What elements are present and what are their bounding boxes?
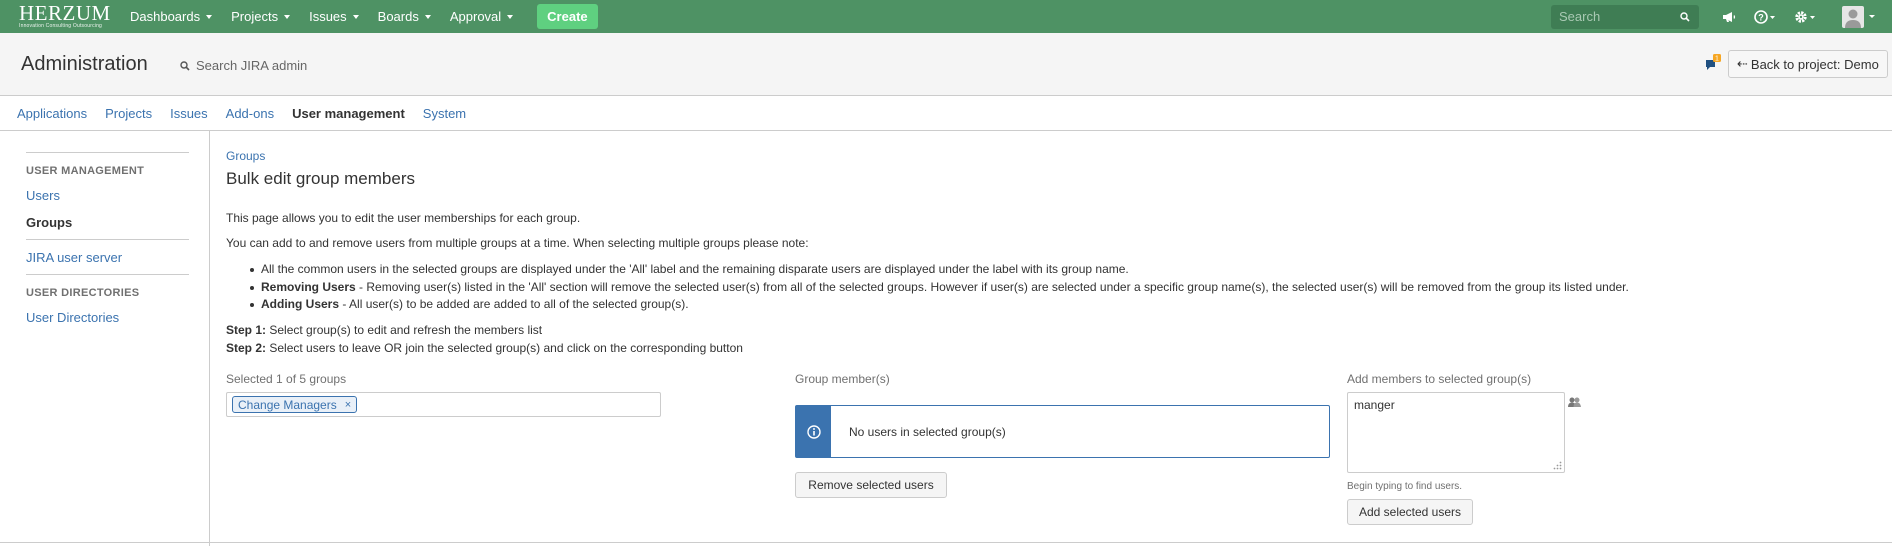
info-icon <box>806 424 821 439</box>
remove-selected-users-button[interactable]: Remove selected users <box>795 472 947 498</box>
quick-search <box>1551 4 1699 29</box>
selected-group-chip-label: Change Managers <box>238 397 337 412</box>
add-members-textarea[interactable]: manger <box>1347 392 1565 473</box>
search-icon <box>1680 11 1690 22</box>
feedback-megaphone-icon[interactable] <box>1722 11 1736 23</box>
add-members-value: manger <box>1354 398 1395 412</box>
admin-search[interactable]: Search JIRA admin <box>180 58 307 73</box>
nav-projects-label: Projects <box>231 9 279 24</box>
tab-system[interactable]: System <box>423 106 466 121</box>
user-picker-icon[interactable] <box>1567 396 1582 411</box>
notification-icon[interactable]: 1 <box>1705 53 1723 76</box>
sidebar-divider <box>26 274 189 275</box>
step-1-title: Step 1: <box>226 323 267 337</box>
group-picker-input[interactable]: Change Managers × <box>226 392 661 417</box>
herzum-logo[interactable]: HERZUM Innovation Consulting Outsourcing <box>19 0 111 30</box>
info-bar <box>796 406 831 457</box>
footer-divider <box>0 542 1892 543</box>
nav-boards-label: Boards <box>377 9 419 24</box>
note-text: You can add to and remove users from mul… <box>226 236 809 250</box>
caret-down-icon <box>507 14 514 19</box>
sidebar-item-groups[interactable]: Groups <box>26 215 72 230</box>
nav-approval[interactable]: Approval <box>449 9 514 24</box>
bullet-adding-users-text: - All user(s) to be added are added to a… <box>339 297 689 311</box>
nav-projects[interactable]: Projects <box>231 9 291 24</box>
add-selected-users-button[interactable]: Add selected users <box>1347 499 1473 525</box>
caret-down-icon <box>424 14 431 19</box>
breadcrumb-groups[interactable]: Groups <box>226 149 265 163</box>
svg-text:?: ? <box>1758 12 1764 22</box>
no-users-message: No users in selected group(s) <box>795 405 1330 458</box>
caret-down-icon <box>206 14 213 19</box>
back-to-project-button[interactable]: ⇠ Back to project: Demo <box>1728 50 1888 78</box>
arrow-left-icon: ⇠ <box>1737 56 1748 71</box>
nav-approval-label: Approval <box>449 9 502 24</box>
quick-search-input[interactable] <box>1551 4 1699 29</box>
sidebar-heading-user-management: USER MANAGEMENT <box>26 165 145 177</box>
sidebar: USER MANAGEMENT Users Groups JIRA user s… <box>0 131 210 546</box>
user-profile-menu[interactable] <box>1834 5 1878 28</box>
sidebar-item-jira-user-server[interactable]: JIRA user server <box>26 250 122 265</box>
search-icon <box>180 60 190 71</box>
bullet-common-users: All the common users in the selected gro… <box>250 262 1129 276</box>
tab-applications[interactable]: Applications <box>17 106 87 121</box>
nav-issues-label: Issues <box>309 9 347 24</box>
page-title: Administration <box>21 53 148 75</box>
nav-right-tools: ? <box>1551 0 1892 33</box>
nav-dashboards-label: Dashboards <box>130 9 201 24</box>
step-2-text: Select users to leave OR join the select… <box>266 341 743 355</box>
content-title: Bulk edit group members <box>226 169 415 188</box>
no-users-text: No users in selected group(s) <box>849 424 1006 439</box>
logo-tagline: Innovation Consulting Outsourcing <box>19 22 103 29</box>
back-to-project-label: Back to project: Demo <box>1750 56 1879 72</box>
admin-header: Administration Search JIRA admin 1 ⇠ Bac… <box>0 33 1892 96</box>
caret-down-icon <box>352 14 359 19</box>
bullet-removing-users-title: Removing Users <box>261 280 356 294</box>
top-navigation-bar: HERZUM Innovation Consulting Outsourcing… <box>0 0 1892 33</box>
bullet-removing-users: Removing Users - Removing user(s) listed… <box>250 280 1629 294</box>
remove-chip-icon[interactable]: × <box>345 399 351 411</box>
nav-dashboards[interactable]: Dashboards <box>130 9 213 24</box>
intro-text: This page allows you to edit the user me… <box>226 211 581 225</box>
notification-count: 1 <box>1715 56 1719 63</box>
avatar <box>1842 5 1864 28</box>
resize-handle-icon[interactable] <box>1553 461 1562 470</box>
admin-search-placeholder: Search JIRA admin <box>196 58 308 73</box>
help-icon[interactable]: ? <box>1754 9 1776 24</box>
admin-tabs: Applications Projects Issues Add-ons Use… <box>0 97 1892 131</box>
selected-group-chip: Change Managers × <box>232 396 358 413</box>
step-1: Step 1: Select group(s) to edit and refr… <box>226 323 542 337</box>
settings-gear-icon[interactable] <box>1794 10 1816 24</box>
sidebar-divider <box>26 152 189 153</box>
group-members-label: Group member(s) <box>795 372 890 386</box>
tab-issues[interactable]: Issues <box>170 106 208 121</box>
sidebar-item-users[interactable]: Users <box>26 188 60 203</box>
step-2: Step 2: Select users to leave OR join th… <box>226 341 743 355</box>
bullet-adding-users: Adding Users - All user(s) to be added a… <box>250 297 689 311</box>
tab-user-management[interactable]: User management <box>292 106 405 121</box>
nav-boards[interactable]: Boards <box>378 9 431 24</box>
step-2-title: Step 2: <box>226 341 267 355</box>
caret-down-icon <box>284 14 291 19</box>
sidebar-item-user-directories[interactable]: User Directories <box>26 310 119 325</box>
step-1-text: Select group(s) to edit and refresh the … <box>266 323 543 337</box>
tab-projects[interactable]: Projects <box>105 106 152 121</box>
bullet-adding-users-title: Adding Users <box>261 297 340 311</box>
sidebar-divider <box>26 239 189 240</box>
bullet-removing-users-text: - Removing user(s) listed in the 'All' s… <box>355 280 1629 294</box>
selected-groups-label: Selected 1 of 5 groups <box>226 372 347 386</box>
helper-text: Begin typing to find users. <box>1347 481 1463 492</box>
caret-down-icon <box>1869 14 1875 18</box>
sidebar-heading-user-directories: USER DIRECTORIES <box>26 287 140 299</box>
nav-issues[interactable]: Issues <box>309 9 359 24</box>
create-button[interactable]: Create <box>537 4 598 29</box>
logo-word: HERZUM <box>19 0 111 25</box>
tab-add-ons[interactable]: Add-ons <box>226 106 274 121</box>
add-members-label: Add members to selected group(s) <box>1347 372 1532 386</box>
